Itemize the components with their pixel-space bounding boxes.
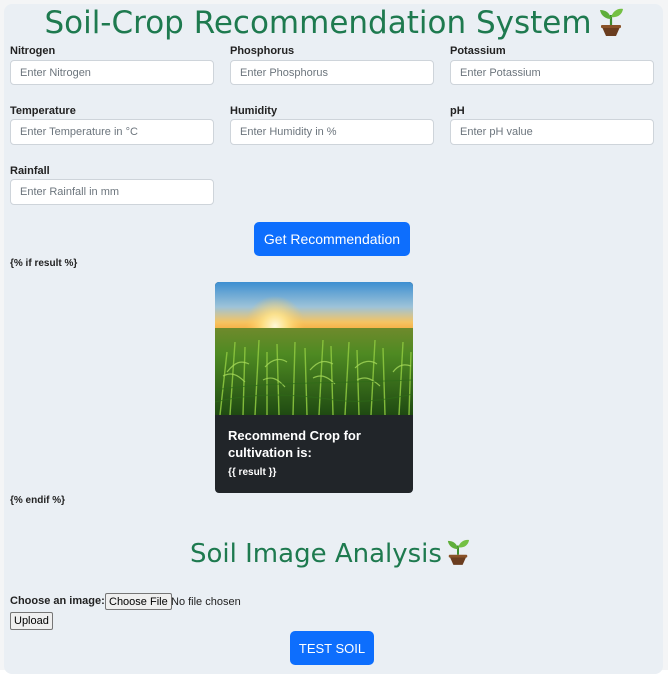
soil-section-title-text: Soil Image Analysis (190, 539, 442, 569)
page-title-text: Soil-Crop Recommendation System (44, 5, 592, 41)
page-background: Soil-Crop Recommendation System Nitrogen… (0, 0, 668, 674)
ph-label: pH (450, 105, 465, 117)
humidity-input[interactable] (230, 119, 434, 145)
upload-button[interactable]: Upload (10, 612, 53, 630)
result-card-title: Recommend Crop for cultivation is: (228, 428, 361, 460)
temperature-input[interactable] (10, 119, 214, 145)
nitrogen-label: Nitrogen (10, 45, 56, 57)
crop-field-image (215, 282, 413, 415)
result-value: {{ result }} (228, 467, 277, 478)
rainfall-input[interactable] (10, 179, 214, 205)
rainfall-label: Rainfall (10, 165, 50, 177)
potassium-input[interactable] (450, 60, 654, 85)
phosphorus-input[interactable] (230, 60, 434, 85)
soil-section-title: Soil Image Analysis (0, 538, 660, 573)
nitrogen-input[interactable] (10, 60, 214, 85)
phosphorus-label: Phosphorus (230, 45, 295, 57)
test-soil-button[interactable]: TEST SOIL (290, 631, 374, 665)
choose-image-label: Choose an image: (10, 595, 105, 607)
potassium-label: Potassium (450, 45, 506, 57)
result-card: Recommend Crop for cultivation is: {{ re… (215, 282, 413, 493)
get-recommendation-button[interactable]: Get Recommendation (254, 222, 410, 256)
seedling-icon (446, 538, 470, 573)
page-title: Soil-Crop Recommendation System (0, 5, 668, 45)
ph-input[interactable] (450, 119, 654, 145)
file-status-text: No file chosen (171, 596, 241, 608)
humidity-label: Humidity (230, 105, 278, 117)
template-endif-text: {% endif %} (10, 495, 66, 506)
temperature-label: Temperature (10, 105, 76, 117)
seedling-icon (598, 7, 624, 45)
choose-file-button[interactable]: Choose File (105, 593, 172, 610)
template-if-text: {% if result %} (10, 258, 78, 269)
